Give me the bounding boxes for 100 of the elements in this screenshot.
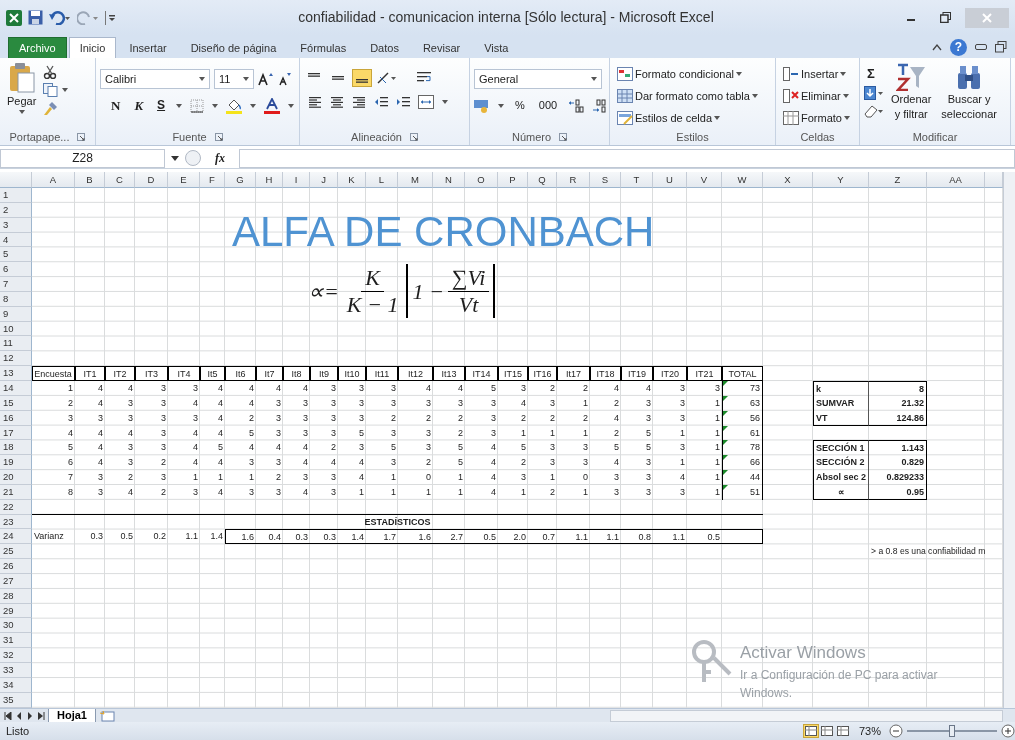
row-header[interactable]: 24 — [0, 529, 32, 545]
zoom-in-icon[interactable] — [1001, 724, 1015, 738]
row-header[interactable]: 19 — [0, 455, 32, 471]
row-header[interactable]: 33 — [0, 663, 32, 678]
row-header[interactable]: 25 — [0, 544, 32, 560]
column-header[interactable]: V — [687, 172, 722, 188]
sort-filter-button[interactable]: Ordenar y filtrar — [888, 61, 935, 129]
column-header[interactable]: N — [433, 172, 465, 188]
row-header[interactable]: 32 — [0, 648, 32, 663]
bold-button[interactable]: N — [108, 97, 124, 114]
percent-button[interactable]: % — [512, 97, 528, 114]
underline-button[interactable]: S — [154, 97, 169, 114]
bottom-align-button[interactable] — [352, 69, 372, 87]
format-painter-icon[interactable] — [43, 101, 59, 116]
normal-view-button[interactable] — [802, 724, 819, 738]
column-header[interactable]: H — [256, 172, 283, 188]
caret-icon[interactable] — [736, 72, 743, 76]
column-header[interactable]: F — [200, 172, 225, 188]
eraser-icon[interactable] — [864, 104, 884, 118]
name-box[interactable]: Z28 — [0, 148, 165, 168]
save-icon[interactable] — [28, 10, 43, 25]
font-size-field[interactable]: 11 — [214, 69, 254, 89]
caret-icon[interactable] — [288, 103, 295, 108]
column-header[interactable]: L — [366, 172, 398, 188]
autosum-button[interactable]: Σ — [864, 65, 884, 82]
customize-toolbar-icon[interactable] — [105, 10, 115, 25]
caret-icon[interactable] — [591, 77, 597, 81]
dropdown-caret-icon[interactable] — [171, 155, 179, 161]
find-select-button[interactable]: Buscar y seleccionar — [938, 61, 1000, 129]
caret-icon[interactable] — [176, 103, 183, 108]
ribbon-tab[interactable]: Revisar — [411, 37, 472, 58]
row-header[interactable]: 18 — [0, 440, 32, 456]
scissors-icon[interactable] — [43, 65, 58, 79]
row-header[interactable]: 1 — [0, 188, 32, 203]
fill-color-icon[interactable] — [226, 97, 243, 114]
column-header[interactable]: T — [621, 172, 653, 188]
column-header[interactable]: I — [283, 172, 310, 188]
borders-icon[interactable] — [190, 98, 205, 113]
caret-icon[interactable] — [212, 103, 219, 108]
caret-icon[interactable] — [243, 77, 249, 81]
column-header[interactable]: P — [498, 172, 528, 188]
row-header[interactable]: 30 — [0, 618, 32, 634]
thousands-button[interactable]: 000 — [535, 97, 561, 114]
dialog-launcher-icon[interactable] — [214, 133, 223, 141]
grow-font-icon[interactable] — [258, 72, 274, 86]
column-header[interactable]: R — [557, 172, 590, 188]
previous-sheet-icon[interactable] — [15, 711, 23, 720]
font-color-icon[interactable] — [264, 97, 281, 114]
zoom-out-icon[interactable] — [889, 724, 903, 738]
row-header[interactable]: 5 — [0, 247, 32, 263]
dialog-launcher-icon[interactable] — [409, 133, 418, 141]
row-header[interactable]: 7 — [0, 277, 32, 292]
insert-cells-button[interactable]: Insertar — [780, 65, 853, 83]
page-layout-button[interactable] — [818, 724, 835, 738]
dialog-launcher-icon[interactable] — [559, 133, 568, 141]
column-header[interactable]: D — [135, 172, 168, 188]
caret-icon[interactable] — [714, 116, 721, 120]
row-header[interactable]: 12 — [0, 351, 32, 367]
dialog-launcher-icon[interactable] — [77, 133, 86, 141]
align-right-icon[interactable] — [352, 95, 366, 109]
page-break-button[interactable] — [834, 724, 851, 738]
italic-button[interactable]: K — [131, 97, 147, 114]
column-header[interactable]: J — [310, 172, 338, 188]
collapse-ribbon-icon[interactable] — [932, 43, 942, 51]
conditional-format-button[interactable]: Formato condicional — [614, 65, 761, 83]
caret-icon[interactable] — [498, 103, 504, 108]
caret-icon[interactable] — [843, 116, 850, 120]
column-header[interactable]: K — [338, 172, 366, 188]
format-table-button[interactable]: Dar formato como tabla — [614, 87, 761, 105]
align-left-icon[interactable] — [308, 95, 322, 109]
column-header[interactable]: G — [225, 172, 256, 188]
next-sheet-icon[interactable] — [26, 711, 34, 720]
font-name-field[interactable]: Calibri — [100, 69, 210, 89]
column-header[interactable]: E — [168, 172, 200, 188]
column-header[interactable]: B — [75, 172, 105, 188]
row-header[interactable]: 13 — [0, 366, 32, 381]
caret-icon[interactable] — [18, 110, 25, 114]
ribbon-tab[interactable]: Vista — [473, 37, 520, 58]
column-header[interactable]: W — [722, 172, 763, 188]
help-button[interactable]: ? — [950, 38, 967, 56]
row-header[interactable]: 31 — [0, 633, 32, 649]
fill-down-icon[interactable] — [864, 86, 884, 100]
ribbon-tab[interactable]: Inicio — [68, 37, 117, 58]
row-header[interactable]: 11 — [0, 336, 32, 352]
ribbon-tab[interactable]: Datos — [359, 37, 410, 58]
zoom-level[interactable]: 73% — [850, 722, 889, 740]
formula-input[interactable] — [239, 148, 1015, 168]
last-sheet-icon[interactable] — [37, 711, 45, 720]
format-cells-button[interactable]: Formato — [780, 109, 853, 127]
horizontal-scrollbar[interactable] — [610, 710, 1003, 722]
decrease-decimal-icon[interactable] — [592, 98, 609, 113]
currency-icon[interactable] — [474, 98, 490, 113]
ribbon-tab[interactable]: Insertar — [118, 37, 178, 58]
undo-icon[interactable] — [49, 10, 71, 25]
caret-icon[interactable] — [751, 94, 758, 98]
orientation-icon[interactable] — [376, 71, 396, 85]
row-header[interactable]: 20 — [0, 470, 32, 485]
caret-icon[interactable] — [62, 88, 69, 92]
column-header[interactable]: C — [105, 172, 135, 188]
number-format-field[interactable]: General — [474, 69, 602, 89]
